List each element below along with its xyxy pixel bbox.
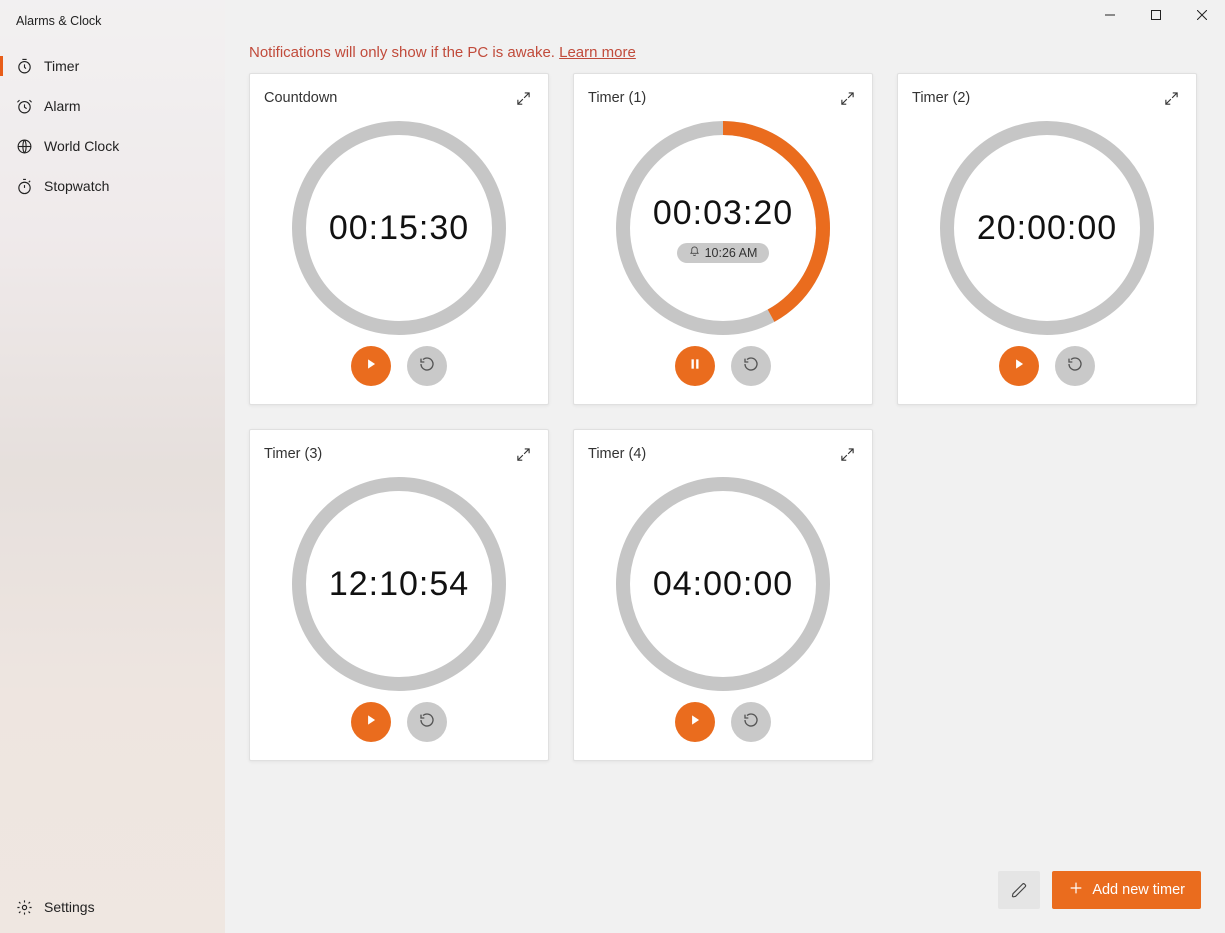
timer-card[interactable]: Timer (1) 00:03:20 10:26 AM xyxy=(573,73,873,405)
main-content: Notifications will only show if the PC i… xyxy=(225,0,1225,933)
edit-timers-button[interactable] xyxy=(998,871,1040,909)
reset-button[interactable] xyxy=(1055,346,1095,386)
pause-icon xyxy=(688,357,702,376)
reset-icon xyxy=(419,356,435,377)
timer-cards-grid: Countdown 00:15:30 xyxy=(225,73,1225,785)
timer-card[interactable]: Timer (3) 12:10:54 xyxy=(249,429,549,761)
expand-timer-button[interactable] xyxy=(512,443,534,465)
notification-text: Notifications will only show if the PC i… xyxy=(249,44,559,61)
expand-timer-button[interactable] xyxy=(836,87,858,109)
timer-ring: 20:00:00 xyxy=(912,110,1182,346)
reset-icon xyxy=(743,712,759,733)
play-button[interactable] xyxy=(999,346,1039,386)
bell-icon xyxy=(689,246,700,260)
nav-item-timer[interactable]: Timer xyxy=(0,46,225,86)
timer-name: Timer (3) xyxy=(264,446,322,462)
nav-item-settings[interactable]: Settings xyxy=(0,887,225,927)
nav-item-label: Stopwatch xyxy=(44,178,109,194)
play-icon xyxy=(1012,357,1026,376)
settings-icon xyxy=(14,899,34,916)
timer-name: Timer (1) xyxy=(588,90,646,106)
nav-item-label: Settings xyxy=(44,899,95,915)
timer-ring: 00:15:30 xyxy=(264,110,534,346)
timer-icon xyxy=(14,58,34,75)
window-close-button[interactable] xyxy=(1179,0,1225,30)
play-icon xyxy=(688,713,702,732)
add-timer-label: Add new timer xyxy=(1092,882,1185,898)
sidebar: Alarms & Clock Timer Alarm World Clock S… xyxy=(0,0,225,933)
timer-ring: 12:10:54 xyxy=(264,466,534,702)
play-icon xyxy=(364,357,378,376)
add-new-timer-button[interactable]: Add new timer xyxy=(1052,871,1201,909)
timer-card[interactable]: Timer (2) 20:00:00 xyxy=(897,73,1197,405)
expand-timer-button[interactable] xyxy=(512,87,534,109)
timer-card[interactable]: Countdown 00:15:30 xyxy=(249,73,549,405)
reset-button[interactable] xyxy=(407,346,447,386)
timer-name: Timer (2) xyxy=(912,90,970,106)
nav-item-label: Timer xyxy=(44,58,79,74)
timer-name: Timer (4) xyxy=(588,446,646,462)
timer-ring: 00:03:20 10:26 AM xyxy=(588,110,858,346)
play-button[interactable] xyxy=(675,702,715,742)
reset-icon xyxy=(419,712,435,733)
window-maximize-button[interactable] xyxy=(1133,0,1179,30)
reset-button[interactable] xyxy=(731,702,771,742)
reset-icon xyxy=(743,356,759,377)
nav-list: Timer Alarm World Clock Stopwatch xyxy=(0,46,225,206)
nav-item-world-clock[interactable]: World Clock xyxy=(0,126,225,166)
alarm-icon xyxy=(14,98,34,115)
timer-ring: 04:00:00 xyxy=(588,466,858,702)
play-button[interactable] xyxy=(351,702,391,742)
stopwatch-icon xyxy=(14,178,34,195)
nav-item-stopwatch[interactable]: Stopwatch xyxy=(0,166,225,206)
world-clock-icon xyxy=(14,138,34,155)
reset-button[interactable] xyxy=(731,346,771,386)
play-icon xyxy=(364,713,378,732)
expand-timer-button[interactable] xyxy=(836,443,858,465)
reset-button[interactable] xyxy=(407,702,447,742)
nav-item-label: Alarm xyxy=(44,98,81,114)
reset-icon xyxy=(1067,356,1083,377)
notification-banner: Notifications will only show if the PC i… xyxy=(225,0,1225,73)
app-title: Alarms & Clock xyxy=(0,0,225,46)
timer-end-time-chip: 10:26 AM xyxy=(677,243,770,263)
footer-actions: Add new timer xyxy=(998,871,1201,909)
timer-card[interactable]: Timer (4) 04:00:00 xyxy=(573,429,873,761)
plus-icon xyxy=(1068,880,1084,900)
window-controls xyxy=(1087,0,1225,30)
expand-timer-button[interactable] xyxy=(1160,87,1182,109)
window-minimize-button[interactable] xyxy=(1087,0,1133,30)
play-button[interactable] xyxy=(351,346,391,386)
nav-item-label: World Clock xyxy=(44,138,119,154)
nav-item-alarm[interactable]: Alarm xyxy=(0,86,225,126)
timer-name: Countdown xyxy=(264,90,337,106)
timer-end-time-text: 10:26 AM xyxy=(705,246,758,260)
pause-button[interactable] xyxy=(675,346,715,386)
learn-more-link[interactable]: Learn more xyxy=(559,44,636,61)
